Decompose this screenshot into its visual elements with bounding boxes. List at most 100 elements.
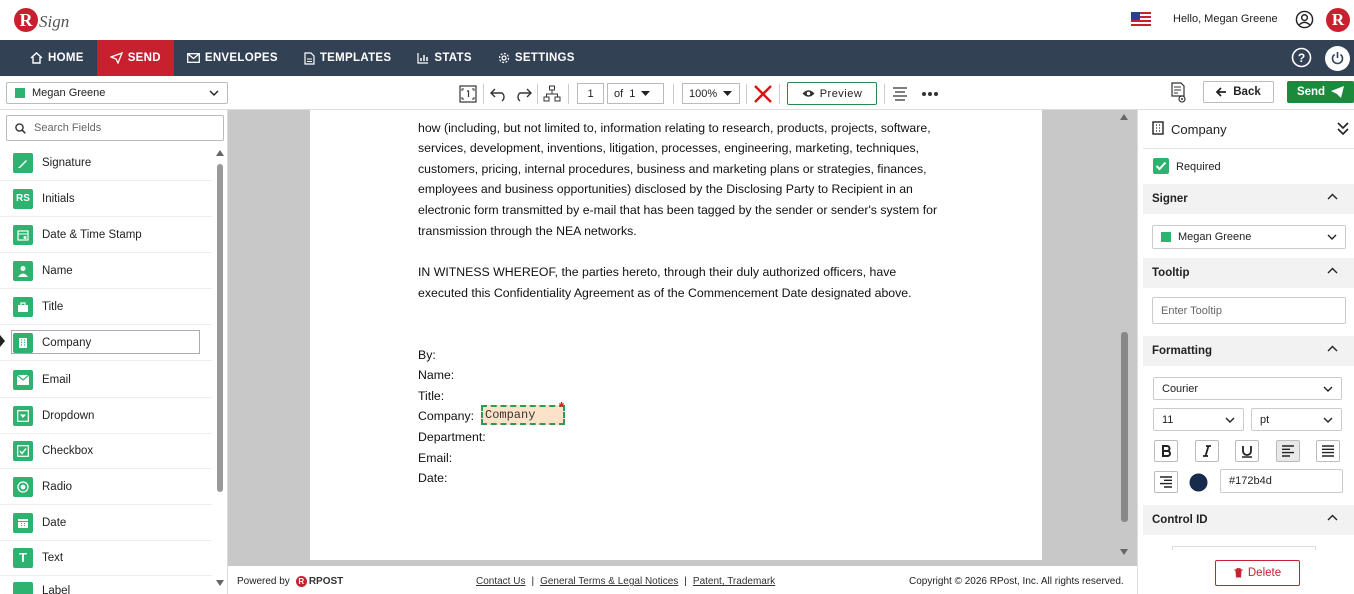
field-email[interactable]: Email xyxy=(0,362,212,398)
user-profile-icon[interactable] xyxy=(1295,10,1314,29)
tooltip-section-header[interactable]: Tooltip xyxy=(1143,258,1354,288)
field-date[interactable]: Date xyxy=(0,505,212,541)
back-button[interactable]: Back xyxy=(1203,81,1274,103)
briefcase-icon xyxy=(13,296,33,317)
color-picker-swatch[interactable] xyxy=(1189,473,1208,492)
field-dropdown[interactable]: Dropdown xyxy=(0,398,212,434)
preview-button[interactable]: Preview xyxy=(787,82,877,105)
field-label: Date & Time Stamp xyxy=(42,228,142,241)
contact-us-link[interactable]: Contact Us xyxy=(476,576,525,587)
font-unit-value: pt xyxy=(1260,413,1270,426)
required-checkbox[interactable] xyxy=(1153,158,1169,174)
label-icon xyxy=(13,582,33,594)
field-radio[interactable]: Radio xyxy=(0,469,212,505)
signer-select[interactable]: Megan Greene xyxy=(1152,225,1346,249)
align-right-button[interactable] xyxy=(1154,471,1178,493)
field-name[interactable]: Name xyxy=(0,253,212,289)
field-label: Text xyxy=(42,551,64,564)
undo-icon[interactable] xyxy=(489,86,509,102)
logout-power-icon[interactable] xyxy=(1325,46,1350,71)
signer-dropdown-value: Megan Greene xyxy=(32,87,106,99)
document-page[interactable] xyxy=(310,110,1042,560)
patent-link[interactable]: Patent, Trademark xyxy=(693,576,775,587)
chevron-down-icon xyxy=(1225,417,1235,423)
bold-button[interactable] xyxy=(1154,440,1178,462)
delete-field-button[interactable]: Delete xyxy=(1215,560,1300,586)
align-justify-button[interactable] xyxy=(1316,440,1340,462)
scroll-up-icon[interactable] xyxy=(1120,114,1128,120)
chevron-up-icon xyxy=(1327,514,1338,521)
nav-stats[interactable]: STATS xyxy=(404,40,485,76)
field-company[interactable]: Company xyxy=(0,325,212,361)
trash-icon xyxy=(1234,568,1243,578)
stats-icon xyxy=(417,53,429,64)
required-marker: * xyxy=(559,399,565,414)
send-button[interactable]: Send xyxy=(1287,81,1354,103)
hierarchy-icon[interactable] xyxy=(543,85,561,103)
search-placeholder: Search Fields xyxy=(34,122,102,134)
doc-text-line: By: xyxy=(418,348,436,362)
font-family-select[interactable]: Courier xyxy=(1153,377,1342,400)
collapse-double-chevron-icon[interactable] xyxy=(1337,122,1349,135)
initials-icon: RS xyxy=(13,188,33,209)
footer-links: Contact Us | General Terms & Legal Notic… xyxy=(476,576,775,587)
zoom-dropdown[interactable]: 100% xyxy=(682,83,740,104)
formatting-section-header[interactable]: Formatting xyxy=(1143,336,1354,366)
signer-section-header[interactable]: Signer xyxy=(1143,184,1354,214)
field-text[interactable]: T Text xyxy=(0,540,212,576)
italic-button[interactable] xyxy=(1195,440,1219,462)
field-label: Initials xyxy=(42,192,75,205)
field-label: Dropdown xyxy=(42,409,95,422)
us-flag-icon[interactable] xyxy=(1131,12,1151,28)
page-total-dropdown[interactable]: of 1 xyxy=(607,83,664,104)
field-label: Name xyxy=(42,264,73,277)
svg-text:?: ? xyxy=(1298,51,1305,65)
search-fields-input[interactable]: Search Fields xyxy=(6,115,224,141)
underline-button[interactable] xyxy=(1235,440,1259,462)
scroll-up-icon[interactable] xyxy=(216,150,224,156)
field-label-item[interactable]: Label xyxy=(0,576,212,594)
redo-icon[interactable] xyxy=(513,86,533,102)
nav-home[interactable]: HOME xyxy=(0,40,97,76)
zoom-value: 100% xyxy=(689,87,718,100)
placed-company-field[interactable]: Company xyxy=(481,405,565,425)
document-scroll-thumb[interactable] xyxy=(1121,332,1128,522)
nav-envelopes[interactable]: ENVELOPES xyxy=(174,40,291,76)
control-id-input[interactable] xyxy=(1172,546,1316,550)
avatar[interactable]: R xyxy=(1326,8,1350,32)
align-lines-icon[interactable] xyxy=(892,86,908,102)
help-icon[interactable]: ? xyxy=(1291,47,1312,68)
fit-page-icon[interactable] xyxy=(459,85,477,103)
rsign-logo[interactable]: R Sign xyxy=(14,5,69,35)
field-signature[interactable]: Signature xyxy=(0,145,212,181)
scroll-down-icon[interactable] xyxy=(216,580,224,586)
color-hex-input[interactable]: #172b4d xyxy=(1220,469,1343,493)
doc-text-line: transmission through the NEA networks. xyxy=(418,224,637,238)
page-number-input[interactable]: 1 xyxy=(577,83,604,104)
nav-templates[interactable]: TEMPLATES xyxy=(291,40,405,76)
pen-icon xyxy=(13,152,33,173)
field-date-time-stamp[interactable]: Date & Time Stamp xyxy=(0,217,212,253)
signer-dropdown[interactable]: Megan Greene xyxy=(6,82,228,104)
search-icon xyxy=(15,122,26,134)
scroll-down-icon[interactable] xyxy=(1120,549,1128,555)
align-left-button[interactable] xyxy=(1276,440,1300,462)
font-size-select[interactable]: 11 xyxy=(1153,408,1244,431)
nav-settings[interactable]: SETTINGS xyxy=(485,40,588,76)
powered-by-label: Powered by xyxy=(237,576,290,587)
field-checkbox[interactable]: Checkbox xyxy=(0,433,212,469)
field-title[interactable]: Title xyxy=(0,289,212,325)
fields-scroll-thumb[interactable] xyxy=(217,164,223,492)
font-unit-select[interactable]: pt xyxy=(1251,408,1342,431)
terms-link[interactable]: General Terms & Legal Notices xyxy=(540,576,678,587)
more-options-icon[interactable] xyxy=(921,91,939,97)
paper-plane-icon xyxy=(1331,86,1345,98)
delete-all-x-icon[interactable] xyxy=(753,84,773,104)
field-initials[interactable]: RS Initials xyxy=(0,181,212,217)
tooltip-input[interactable]: Enter Tooltip xyxy=(1152,297,1346,324)
arrow-left-icon xyxy=(1216,87,1227,97)
control-id-section-header[interactable]: Control ID xyxy=(1143,505,1354,535)
field-label: Title xyxy=(42,300,64,313)
nav-send[interactable]: SEND xyxy=(96,40,174,76)
document-view-icon[interactable] xyxy=(1170,82,1188,104)
